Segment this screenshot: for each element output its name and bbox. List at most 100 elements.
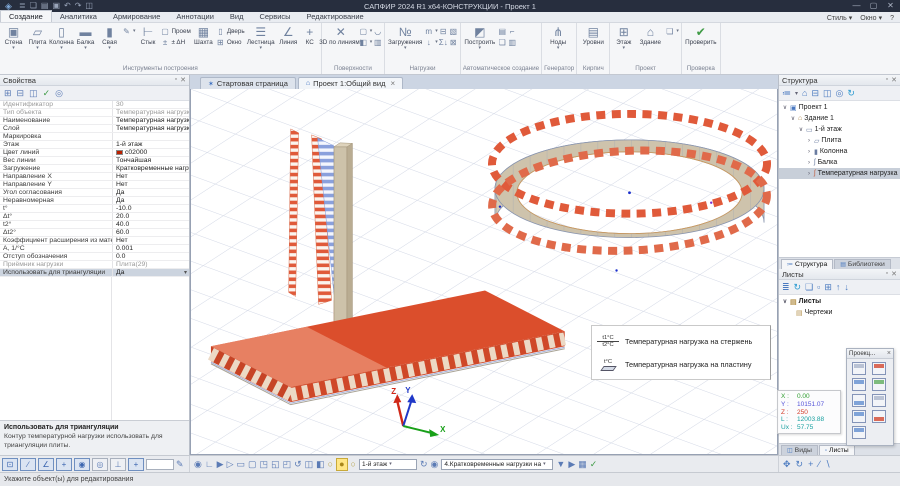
select-loads-icon[interactable]: ▶ xyxy=(568,458,575,471)
new-page-icon[interactable]: ▫ xyxy=(817,282,820,292)
tab-reinforcement[interactable]: Армирование xyxy=(105,11,168,22)
section-button[interactable]: ◫ xyxy=(305,458,314,471)
close-icon[interactable]: ✕ xyxy=(891,76,897,84)
caret-down-icon[interactable]: ▾ xyxy=(184,269,189,276)
tree-item-project[interactable]: ∨▣Проект 1 xyxy=(779,102,900,113)
3d-scene[interactable]: Z Y X xyxy=(191,89,777,454)
projection-view-button[interactable] xyxy=(872,362,886,375)
tab-structure[interactable]: ≔Структура xyxy=(781,259,833,269)
ribbon-button-3d-by-lines[interactable]: ✕3D по линиям* xyxy=(324,24,358,46)
ribbon-button-nodes[interactable]: ⋔Ноды▾ xyxy=(544,24,572,51)
ribbon-button-door[interactable]: ▯Дверь xyxy=(216,26,245,36)
select-alt-button[interactable]: ▷ xyxy=(227,458,234,471)
ribbon-button-pile[interactable]: ▮Свая▾ xyxy=(98,24,121,51)
tab-start-page[interactable]: ✶ Стартовая страница xyxy=(200,77,296,89)
unlock-button[interactable]: ⊥ xyxy=(110,458,126,471)
pan-button[interactable]: ▭ xyxy=(237,458,246,471)
anchor-button[interactable]: + xyxy=(128,458,144,471)
snap-line-button[interactable]: ∕ xyxy=(20,458,36,471)
property-row-line-color[interactable]: Цвет линийc02000 xyxy=(0,149,189,157)
window-menu[interactable]: Окно▾ xyxy=(860,14,882,22)
property-row[interactable]: НеравномернаяДа xyxy=(0,197,189,205)
rotate-icon[interactable]: ↻ xyxy=(796,459,804,470)
property-row[interactable]: Маркировка xyxy=(0,133,189,141)
tree-view-icon[interactable]: ≔ xyxy=(782,88,791,99)
apply-loads-icon[interactable]: ✓ xyxy=(590,458,598,471)
binoculars-icon[interactable]: ◎ xyxy=(836,88,844,99)
tree-item-slab[interactable]: ›▱Плита xyxy=(779,135,900,146)
ribbon-button-stairs[interactable]: ☰Лестница▾ xyxy=(246,24,276,51)
close-icon[interactable]: ✕ xyxy=(891,270,897,278)
property-row[interactable]: Вес линииТончайшая xyxy=(0,157,189,165)
snap-cross-button[interactable]: + xyxy=(56,458,72,471)
projection-view-button[interactable] xyxy=(872,410,886,423)
pen-icon[interactable]: ✎ xyxy=(176,459,184,470)
ribbon-button-shaft[interactable]: ▦Шахта xyxy=(192,24,215,46)
pin-icon[interactable]: ▫ xyxy=(886,270,888,278)
project-tool-button[interactable]: ❏▾ xyxy=(665,26,679,36)
load-force-button[interactable]: ↓▾ xyxy=(424,37,438,47)
ribbon-button-column[interactable]: ▯Колонна▾ xyxy=(50,24,73,51)
projection-view-button[interactable] xyxy=(852,394,866,407)
tab-sheets[interactable]: ▫Листы xyxy=(819,445,855,455)
property-row[interactable]: СлойТемпературная нагрузка xyxy=(0,125,189,133)
auto-create-button-1[interactable]: ▤ xyxy=(498,26,507,36)
surface-tool-button-1[interactable]: ▢▾ xyxy=(359,26,373,36)
tab-analytics[interactable]: Аналитика xyxy=(52,11,105,22)
property-row[interactable]: Этаж1-й этаж xyxy=(0,141,189,149)
property-row[interactable]: Тип объектаТемпературная нагрузка xyxy=(0,109,189,117)
ribbon-button-opening[interactable]: ▢Проем xyxy=(161,26,191,36)
loadcase-select[interactable]: 4.Кратковременные нагрузки на▾ xyxy=(441,459,553,470)
tab-project-general-view[interactable]: ⌂ Проект 1:Общий вид × xyxy=(298,77,403,89)
sort-icon[interactable]: ◫ xyxy=(29,88,38,99)
minimize-button[interactable]: — xyxy=(849,0,864,12)
property-row[interactable]: t°-10.0 xyxy=(0,205,189,213)
tree-item-floor[interactable]: ∨▭1-й этаж xyxy=(779,124,900,135)
ribbon-button-beam[interactable]: ▬Балка▾ xyxy=(74,24,97,51)
tree-item-sheets[interactable]: ∨▤Листы xyxy=(779,296,900,307)
refresh-icon[interactable]: ↻ xyxy=(794,282,802,293)
copy-icon[interactable]: ❏ xyxy=(805,282,813,293)
pin-icon[interactable]: ▫ xyxy=(886,76,888,84)
ribbon-button-slab[interactable]: ▱Плита▾ xyxy=(26,24,49,51)
load-vehicle-button[interactable]: ⊟ xyxy=(439,26,448,36)
tab-editing[interactable]: Редактирование xyxy=(299,11,372,22)
line-tool-alt-icon[interactable]: ∖ xyxy=(825,459,831,470)
load-weight-button[interactable]: ⊠ xyxy=(449,37,458,47)
collapsed-icon[interactable]: › xyxy=(806,149,812,155)
floor-select[interactable]: 1-й этаж▾ xyxy=(359,459,417,470)
move-icon[interactable]: ✥ xyxy=(783,459,791,470)
load-distributed-button[interactable]: m▾ xyxy=(424,26,438,36)
caret-down-icon[interactable]: ▾ xyxy=(795,90,798,97)
snap-nearest-button[interactable]: ◉ xyxy=(74,458,90,471)
shading-button[interactable]: ◧ xyxy=(316,458,325,471)
tree-item-building[interactable]: ∨⌂Здание 1 xyxy=(779,113,900,124)
projection-view-button[interactable] xyxy=(852,378,866,391)
property-row[interactable]: Угол согласованияДа xyxy=(0,189,189,197)
move-down-icon[interactable]: ↓ xyxy=(844,282,849,292)
property-row[interactable]: Приёмник нагрузкиПлита(29) xyxy=(0,261,189,269)
projection-view-button[interactable] xyxy=(872,394,886,407)
list-icon[interactable]: ≣ xyxy=(782,282,790,293)
pin-icon[interactable]: ▫ xyxy=(175,76,177,84)
expanded-icon[interactable]: ∨ xyxy=(790,115,796,122)
style-menu[interactable]: Стиль▾ xyxy=(827,14,852,22)
home-icon[interactable]: ⌂ xyxy=(802,88,807,98)
surface-tool-button-4[interactable]: ▥ xyxy=(373,37,382,47)
load-area-button[interactable]: ▧ xyxy=(449,26,458,36)
tab-services[interactable]: Сервисы xyxy=(251,11,298,22)
ribbon-button-build[interactable]: ◩Построить▾ xyxy=(463,24,497,51)
snap-node-button[interactable]: ⊡ xyxy=(2,458,18,471)
apply-icon[interactable]: ✓ xyxy=(43,88,51,99)
3d-viewport[interactable]: Z Y X t1°C t2°C Температурная нагрузка н… xyxy=(190,89,778,455)
property-row-selected[interactable]: Использовать для триангуляцииДа▾ xyxy=(0,269,189,277)
ribbon-button-line[interactable]: ∠Линия xyxy=(277,24,300,46)
property-row[interactable]: Δt°20.0 xyxy=(0,213,189,221)
close-icon[interactable]: × xyxy=(887,350,891,357)
expand-categories-icon[interactable]: ⊞ xyxy=(4,88,12,99)
help-menu[interactable]: ? xyxy=(890,15,894,22)
collapsed-icon[interactable]: › xyxy=(806,171,812,177)
person-icon[interactable]: ◉ xyxy=(431,458,439,471)
database-icon[interactable]: ⊟ xyxy=(811,88,819,99)
tree-item-temperature-load[interactable]: ›ʃТемпературная нагрузка xyxy=(779,168,900,179)
